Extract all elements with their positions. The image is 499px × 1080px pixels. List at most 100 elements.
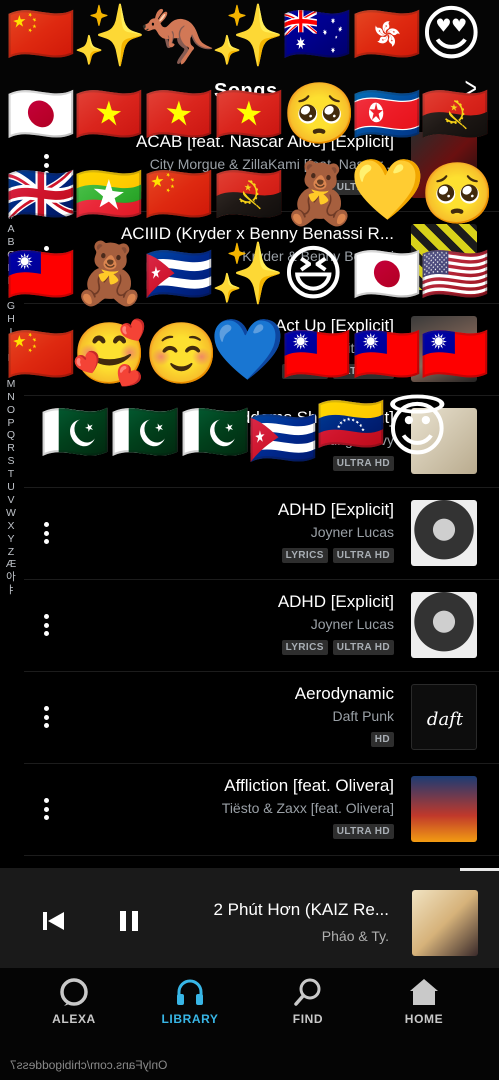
sticker-flag-pk: 🇵🇰 — [110, 400, 180, 463]
more-options-icon[interactable] — [38, 702, 54, 732]
index-letter[interactable]: Q — [7, 429, 15, 442]
now-playing-art — [412, 890, 478, 956]
song-title: Aerodynamic — [294, 684, 394, 703]
sticker-smiling-hearts: 🥰 — [72, 320, 147, 387]
sticker-flag-pk: 🇵🇰 — [180, 400, 250, 463]
quality-badges: ULTRA HD LYRICS — [281, 640, 394, 655]
album-art — [411, 776, 477, 842]
playback-progress — [460, 868, 499, 871]
nav-library[interactable]: LIBRARY — [150, 976, 230, 1036]
sticker-flag-au: 🇦🇺 — [282, 2, 352, 65]
index-letter[interactable]: U — [7, 481, 15, 494]
nav-find[interactable]: FIND — [268, 976, 348, 1036]
sticker-flag-cu: 🇨🇺 — [248, 406, 318, 469]
sticker-flag-jp: 🇯🇵 — [6, 82, 76, 145]
nav-find-label: FIND — [292, 1012, 324, 1026]
more-options-icon[interactable] — [38, 794, 54, 824]
headphones-icon — [177, 979, 203, 1005]
index-letter[interactable]: S — [7, 455, 14, 468]
sticker-sparkles: ✨ — [72, 2, 147, 69]
sticker-teddy-bear: 🧸 — [282, 160, 357, 227]
song-artist: Tiësto & Zaxx [feat. Olivera] — [221, 800, 394, 816]
index-letter[interactable]: Y — [7, 533, 14, 546]
nav-home-label: HOME — [404, 1012, 444, 1026]
sticker-blue-heart: 💙 — [210, 316, 285, 383]
sticker-flag-tw: 🇹🇼 — [6, 242, 76, 305]
sticker-flag-cn: 🇨🇳 — [144, 162, 214, 225]
quality-badge: LYRICS — [281, 548, 328, 563]
sticker-flag-gb: 🇬🇧 — [6, 162, 76, 225]
index-letter[interactable]: O — [7, 404, 15, 417]
sticker-flag-jp: 🇯🇵 — [352, 242, 422, 305]
index-letter[interactable]: N — [7, 391, 15, 404]
nav-alexa-label: ALEXA — [52, 1012, 96, 1026]
index-letter[interactable]: T — [8, 468, 14, 481]
song-row[interactable]: Aerodynamic Daft Punk HD daft — [24, 672, 499, 764]
sticker-sparkles: ✨ — [210, 2, 285, 69]
sticker-flag-kp: 🇰🇵 — [352, 82, 422, 145]
nav-home[interactable]: HOME — [384, 976, 464, 1036]
album-art — [411, 592, 477, 658]
sticker-sparkles: ✨ — [210, 240, 285, 307]
sticker-flag-cn: 🇨🇳 — [6, 2, 76, 65]
sticker-flag-tw: 🇹🇼 — [420, 322, 490, 385]
sticker-flag-mm: 🇲🇲 — [74, 162, 144, 225]
quality-badge: ULTRA HD — [332, 456, 394, 471]
search-icon — [294, 978, 321, 1006]
sticker-flag-cn: 🇨🇳 — [6, 322, 76, 385]
sticker-flag-tw: 🇹🇼 — [282, 322, 352, 385]
quality-badge: LYRICS — [281, 640, 328, 655]
index-letter[interactable]: W — [6, 507, 16, 520]
song-artist: Joyner Lucas — [310, 616, 394, 632]
quality-badge: ULTRA HD — [332, 548, 394, 563]
song-title: ADHD [Explicit] — [277, 592, 394, 611]
pause-icon — [120, 911, 138, 931]
sticker-flag-ao: 🇦🇴 — [420, 82, 490, 145]
sticker-flag-hk: 🇭🇰 — [352, 2, 422, 65]
index-letter[interactable]: ㅑ — [6, 584, 16, 597]
index-letter[interactable]: X — [7, 520, 14, 533]
sticker-flag-pk: 🇵🇰 — [40, 400, 110, 463]
quality-badge: ULTRA HD — [332, 824, 394, 839]
song-row[interactable]: ADHD [Explicit] Joyner Lucas ULTRA HD LY… — [24, 580, 499, 672]
index-letter[interactable]: P — [7, 417, 14, 430]
alexa-icon — [60, 978, 88, 1006]
more-options-icon[interactable] — [38, 610, 54, 640]
previous-track-button[interactable] — [40, 908, 66, 934]
song-row[interactable]: Affliction [feat. Olivera] Tiësto & Zaxx… — [24, 764, 499, 856]
more-options-icon[interactable] — [38, 518, 54, 548]
sticker-flag-ve: 🇻🇪 — [316, 392, 386, 455]
sticker-halo-face: 😇 — [386, 396, 449, 463]
now-playing-title: 2 Phút Hơn (KAIZ Re... — [213, 900, 389, 919]
index-letter[interactable]: 아 — [6, 571, 16, 584]
watermark: OnlyFans.com/chibigoddess7 — [10, 1058, 168, 1072]
index-letter[interactable]: R — [7, 442, 15, 455]
sticker-yellow-heart: 💛 — [350, 156, 425, 223]
sticker-laughing-face: 😆 — [282, 240, 345, 307]
svg-text:daft: daft — [427, 709, 464, 730]
sticker-flag-us: 🇺🇸 — [420, 242, 490, 305]
sticker-flag-cu: 🇨🇺 — [144, 242, 214, 305]
now-playing-artist: Pháo & Ty. — [321, 928, 389, 944]
song-artist: Daft Punk — [332, 708, 394, 724]
index-letter[interactable]: V — [7, 494, 14, 507]
daft-punk-logo: daft — [427, 709, 464, 730]
sticker-pleading-face: 🥺 — [420, 160, 495, 227]
nav-alexa[interactable]: ALEXA — [34, 976, 114, 1036]
index-letter[interactable]: Z — [8, 546, 14, 559]
sticker-flag-vn: 🇻🇳 — [214, 82, 284, 145]
sticker-pleading-face: 🥺 — [282, 80, 357, 147]
sticker-smiling-face: ☺️ — [144, 320, 219, 387]
pause-button[interactable] — [116, 908, 142, 934]
sticker-flag-vn: 🇻🇳 — [74, 82, 144, 145]
index-letter[interactable]: Æ — [6, 558, 17, 571]
song-artist: Joyner Lucas — [310, 524, 394, 540]
song-row[interactable]: ADHD [Explicit] Joyner Lucas ULTRA HD LY… — [24, 488, 499, 580]
sticker-flag-ao: 🇦🇴 — [214, 162, 284, 225]
song-title: Affliction [feat. Olivera] — [224, 776, 394, 795]
nav-library-label: LIBRARY — [161, 1012, 219, 1026]
sticker-heart-eyes: 😍 — [420, 0, 483, 67]
quality-badges: HD — [370, 732, 394, 747]
quality-badges: ULTRA HD — [332, 456, 394, 471]
song-title: ADHD [Explicit] — [277, 500, 394, 519]
